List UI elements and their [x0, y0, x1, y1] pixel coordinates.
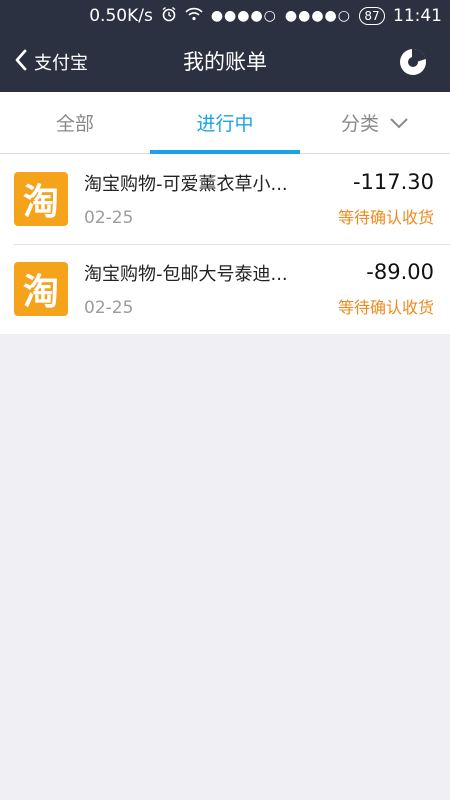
tab-category[interactable]: 分类 [300, 92, 450, 153]
bill-summary: -89.00 等待确认收货 [338, 260, 434, 318]
back-chevron-icon [14, 49, 28, 76]
pie-chart-icon [400, 48, 426, 75]
network-speed: 0.50K/s [89, 6, 153, 26]
bill-title: 淘宝购物-包邮大号泰迪... [84, 264, 288, 285]
statistics-button[interactable] [398, 47, 428, 77]
bill-summary: -117.30 等待确认收货 [338, 170, 434, 228]
bill-info: 淘宝购物-包邮大号泰迪... 02-25 [84, 260, 330, 318]
bill-info: 淘宝购物-可爱薰衣草小... 02-25 [84, 170, 330, 228]
clock: 11:41 [393, 6, 442, 26]
back-button[interactable]: 支付宝 [14, 32, 88, 92]
bill-date: 02-25 [84, 208, 134, 228]
back-label: 支付宝 [34, 53, 88, 74]
taobao-icon: 淘 [14, 172, 68, 226]
tab-category-label: 分类 [340, 113, 379, 135]
bill-date: 02-25 [84, 298, 134, 318]
bill-status: 等待确认收货 [337, 208, 434, 227]
signal-strength-2: ●●●●○ [284, 8, 351, 24]
bill-row[interactable]: 淘 淘宝购物-可爱薰衣草小... 02-25 -117.30 等待确认收货 [0, 154, 450, 244]
chevron-down-icon [389, 117, 409, 129]
filter-tabs: 全部 进行中 分类 [0, 92, 450, 154]
wifi-icon [185, 6, 203, 26]
bill-status: 等待确认收货 [337, 298, 434, 317]
status-bar: 0.50K/s ●●●●○ ●●●●○ 87 11:41 [0, 0, 450, 32]
tab-all-label: 全部 [55, 113, 94, 135]
tab-in-progress[interactable]: 进行中 [150, 92, 300, 154]
bill-amount: -89.00 [366, 260, 434, 284]
battery-indicator: 87 [359, 7, 385, 25]
bill-title: 淘宝购物-可爱薰衣草小... [84, 174, 288, 195]
tab-in-progress-label: 进行中 [196, 113, 254, 135]
navigation-bar: 支付宝 我的账单 [0, 32, 450, 92]
signal-strength-1: ●●●●○ [210, 8, 277, 24]
alarm-icon [161, 6, 177, 27]
bill-amount: -117.30 [352, 170, 434, 194]
bill-row[interactable]: 淘 淘宝购物-包邮大号泰迪... 02-25 -89.00 等待确认收货 [0, 244, 450, 334]
taobao-icon: 淘 [14, 262, 68, 316]
bill-list: 淘 淘宝购物-可爱薰衣草小... 02-25 -117.30 等待确认收货 淘 … [0, 154, 450, 334]
tab-all[interactable]: 全部 [0, 92, 150, 153]
